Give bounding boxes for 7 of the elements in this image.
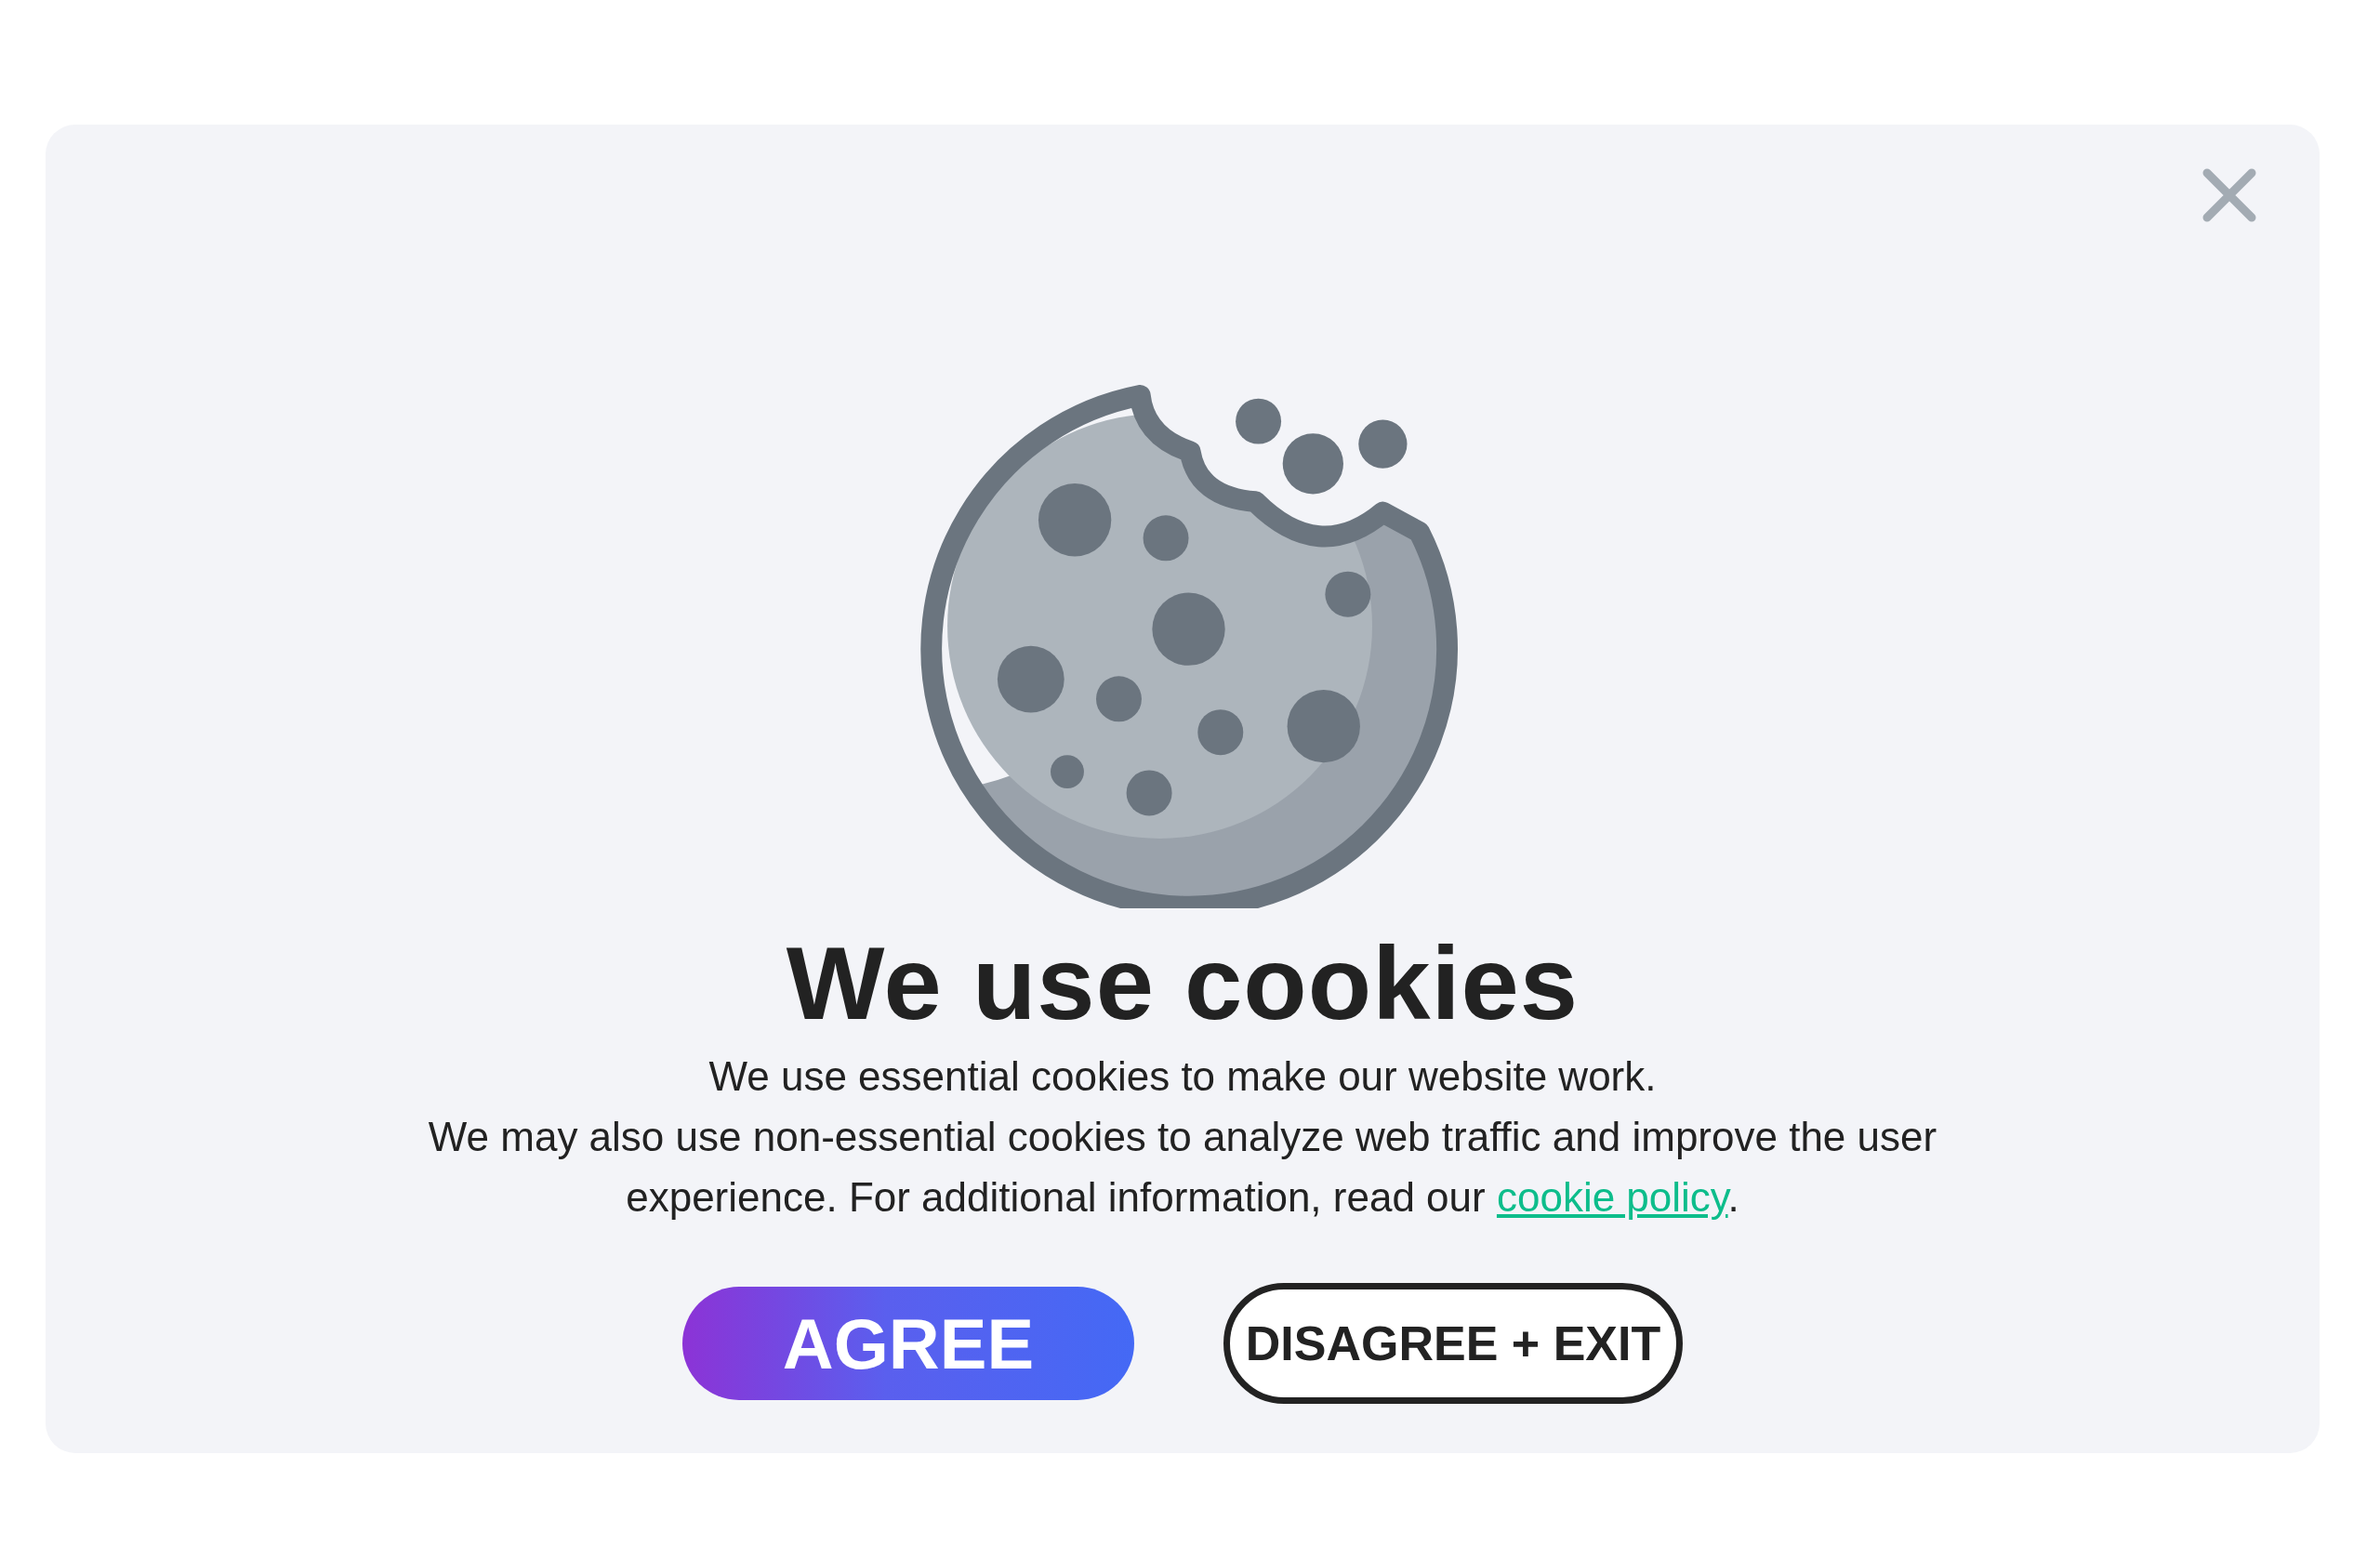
dialog-title: We use cookies (786, 924, 1580, 1043)
agree-button[interactable]: AGREE (682, 1287, 1134, 1401)
intro-text: We use essential cookies to make our website work. (708, 1052, 1657, 1102)
details-text: We may also use non-essential cookies to analyze web traffic and improve the user experience. For additional information, read our cookie policy. (427, 1113, 1938, 1223)
close-button[interactable] (2202, 167, 2257, 223)
disagree-exit-button[interactable]: DISAGREE + EXIT (1223, 1283, 1683, 1405)
close-icon (2202, 167, 2257, 223)
